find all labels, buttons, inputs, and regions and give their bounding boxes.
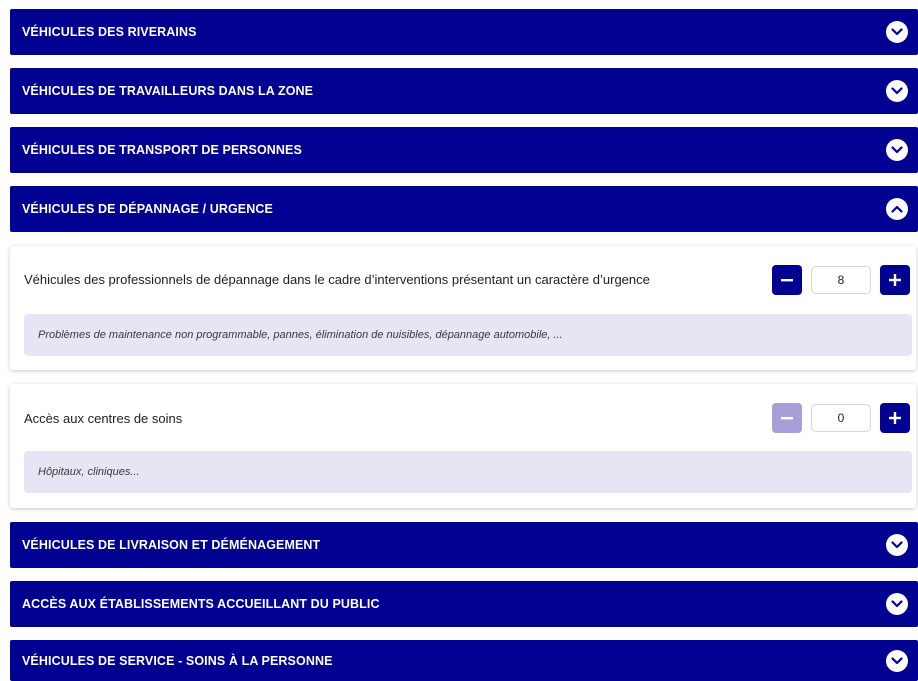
decrement-button[interactable] [772, 403, 802, 433]
accordion-title: VÉHICULES DE TRANSPORT DE PERSONNES [22, 143, 302, 157]
accordion-transport[interactable]: VÉHICULES DE TRANSPORT DE PERSONNES [10, 127, 918, 173]
accordion-travailleurs[interactable]: VÉHICULES DE TRAVAILLEURS DANS LA ZONE [10, 68, 918, 114]
chevron-down-icon[interactable] [886, 80, 908, 102]
increment-button[interactable] [880, 265, 910, 295]
option-card-centres-soins: Accès aux centres de soins 0 Hôpitaux, c… [10, 384, 916, 508]
minus-icon [781, 279, 793, 282]
chevron-down-icon[interactable] [886, 593, 908, 615]
accordion-title: ACCÈS AUX ÉTABLISSEMENTS ACCUEILLANT DU … [22, 597, 380, 611]
hint-box: Problèmes de maintenance non programmabl… [24, 314, 912, 356]
increment-button[interactable] [880, 403, 910, 433]
chevron-down-icon[interactable] [886, 21, 908, 43]
quantity-input[interactable]: 0 [811, 404, 871, 432]
chevron-up-icon[interactable] [886, 198, 908, 220]
plus-icon [889, 274, 901, 286]
quantity-input[interactable]: 8 [811, 266, 871, 294]
decrement-button[interactable] [772, 265, 802, 295]
accordion-service[interactable]: VÉHICULES DE SERVICE - SOINS À LA PERSON… [10, 640, 918, 681]
accordion-title: VÉHICULES DE LIVRAISON ET DÉMÉNAGEMENT [22, 538, 321, 552]
chevron-down-icon[interactable] [886, 649, 908, 672]
hint-text: Hôpitaux, cliniques... [38, 466, 140, 478]
quantity-stepper: 8 [772, 265, 910, 295]
minus-icon [781, 417, 793, 420]
accordion-livraison[interactable]: VÉHICULES DE LIVRAISON ET DÉMÉNAGEMENT [10, 522, 918, 568]
option-label: Accès aux centres de soins [24, 411, 183, 426]
option-label: Véhicules des professionnels de dépannag… [24, 272, 650, 287]
accordion-riverains[interactable]: VÉHICULES DES RIVERAINS [10, 9, 918, 55]
accordion-title: VÉHICULES DE SERVICE - SOINS À LA PERSON… [22, 653, 333, 668]
accordion-title: VÉHICULES DES RIVERAINS [22, 25, 197, 39]
accordion-title: VÉHICULES DE DÉPANNAGE / URGENCE [22, 202, 273, 216]
hint-box: Hôpitaux, cliniques... [24, 451, 912, 493]
option-card-depannage-urgence: Véhicules des professionnels de dépannag… [10, 246, 916, 370]
hint-text: Problèmes de maintenance non programmabl… [38, 329, 563, 341]
accordion-title: VÉHICULES DE TRAVAILLEURS DANS LA ZONE [22, 84, 314, 98]
accordion-depannage[interactable]: VÉHICULES DE DÉPANNAGE / URGENCE [10, 186, 918, 232]
chevron-down-icon[interactable] [886, 534, 908, 556]
plus-icon [889, 412, 901, 424]
quantity-stepper: 0 [772, 403, 910, 433]
accordion-etablissements[interactable]: ACCÈS AUX ÉTABLISSEMENTS ACCUEILLANT DU … [10, 581, 918, 627]
chevron-down-icon[interactable] [886, 139, 908, 161]
